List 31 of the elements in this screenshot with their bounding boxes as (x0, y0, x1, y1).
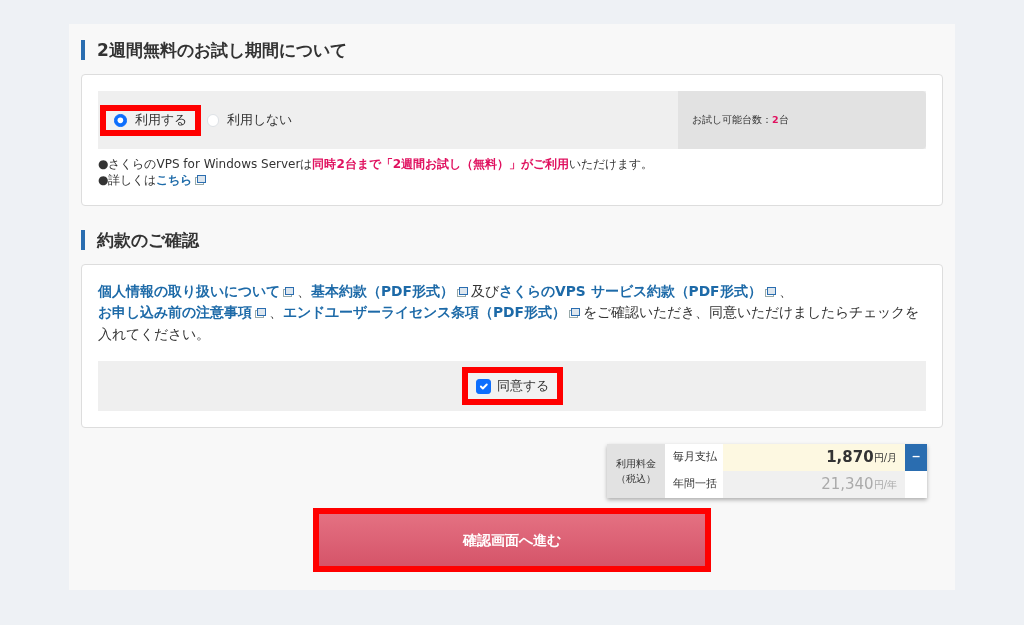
trial-count: お試し可能台数：2 台 (678, 91, 926, 150)
terms-text: 個人情報の取り扱いについて 、基本約款（PDF形式） 及びさくらのVPS サービス約款（PDF形式） 、 お申し込み前の注意事項 、エンドユーザーライセンス条項（PDF形式） をご確認いただき、同意いただけましたらチェックを入れてください。 (98, 281, 920, 344)
link[interactable]: こちら (156, 173, 193, 187)
radio-button[interactable] (114, 114, 127, 127)
price-amount: 21,340円/年 (723, 471, 905, 499)
external-window-icon (764, 286, 776, 297)
link[interactable]: 基本約款（PDF形式） (311, 282, 454, 299)
external-window-icon (255, 308, 266, 319)
price-label: 利用料金 (616, 457, 656, 472)
external-window-icon (283, 286, 294, 297)
link[interactable]: さくらのVPS サービス約款（PDF形式） (499, 282, 762, 299)
note-text: ●詳しくはこちら (98, 173, 926, 189)
note-text: ●さくらのVPS for Windows Serverは同時2台まで「2週間お試し（無料）」がご利用いただけます。 (98, 157, 655, 173)
link[interactable]: お申し込み前の注意事項 (98, 304, 252, 321)
checkbox[interactable] (475, 378, 491, 394)
link[interactable]: 個人情報の取り扱いについて (98, 282, 280, 299)
section-heading: 2週間無料のお試し期間について (81, 40, 943, 61)
external-window-icon (195, 175, 207, 185)
external-window-icon (569, 308, 580, 319)
radio-label[interactable]: 利用する (134, 111, 187, 130)
checkbox-label[interactable]: 同意する (496, 376, 549, 396)
plan-label: 毎月支払 (672, 449, 718, 466)
section-heading: 約款のご確認 (81, 229, 943, 250)
radio-label[interactable]: 利用しない (227, 111, 292, 130)
link[interactable]: エンドユーザーライセンス条項（PDF形式） (283, 304, 566, 321)
external-window-icon (457, 286, 468, 297)
collapse-button[interactable]: − (905, 444, 927, 472)
submit-button[interactable]: 確認画面へ進む (319, 514, 705, 567)
price-label: （税込） (616, 472, 656, 487)
plan-label: 年間一括 (672, 476, 718, 493)
price-amount: 1,870円/月 (723, 444, 905, 472)
